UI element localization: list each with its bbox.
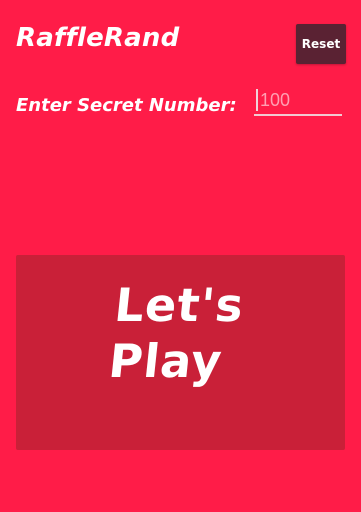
secret-number-field[interactable] bbox=[254, 86, 344, 116]
secret-number-label: Enter Secret Number: bbox=[16, 95, 237, 116]
app-title: RaffleRand bbox=[16, 23, 180, 53]
secret-number-input[interactable] bbox=[256, 88, 344, 112]
lets-play-button[interactable]: Let's Play bbox=[16, 255, 345, 450]
lets-play-label: Let's Play bbox=[106, 278, 247, 388]
reset-button[interactable]: Reset bbox=[296, 24, 346, 64]
